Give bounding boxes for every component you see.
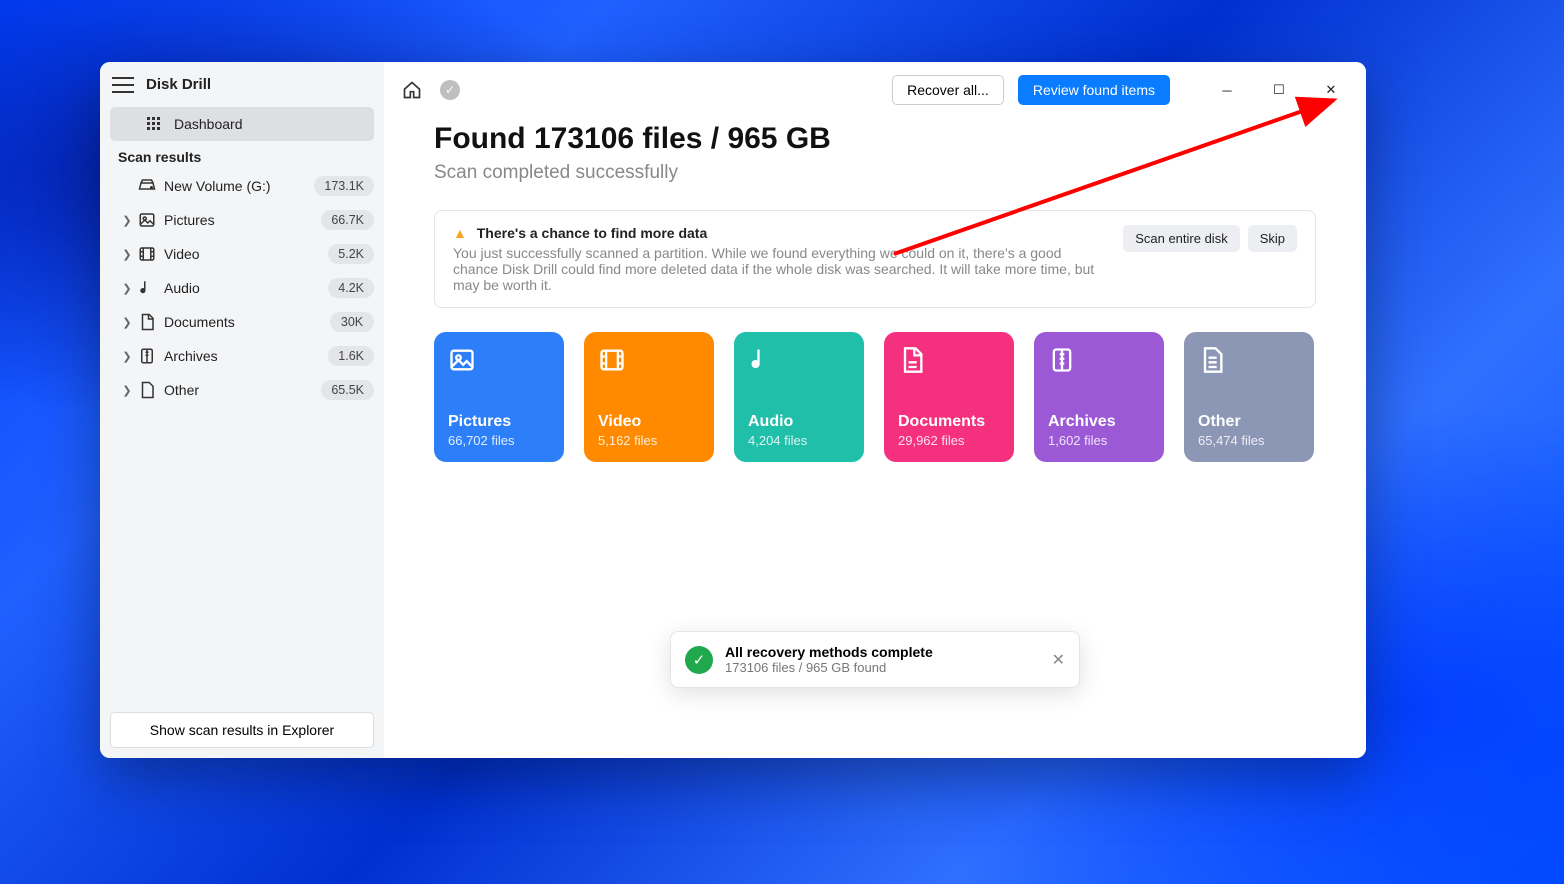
card-title: Archives: [1048, 413, 1150, 431]
window-maximize-button[interactable]: ☐: [1260, 82, 1298, 98]
card-subtitle: 66,702 files: [448, 433, 550, 448]
status-check-icon[interactable]: ✓: [438, 78, 462, 102]
count-pill: 173.1K: [314, 176, 374, 196]
card-title: Pictures: [448, 413, 550, 431]
chevron-right-icon: ❯: [118, 350, 136, 363]
show-in-explorer-button[interactable]: Show scan results in Explorer: [110, 712, 374, 748]
card-icon: [898, 346, 1000, 386]
toast-title: All recovery methods complete: [725, 644, 1040, 660]
card-subtitle: 65,474 files: [1198, 433, 1300, 448]
tree-label: Audio: [158, 280, 328, 296]
notice-text: You just successfully scanned a partitio…: [453, 245, 1109, 293]
sidebar-header: Disk Drill: [100, 62, 384, 107]
doc-icon: [136, 313, 158, 331]
chevron-right-icon: ❯: [118, 214, 136, 227]
tree-row-archives[interactable]: ❯ Archives1.6K: [100, 339, 384, 373]
topbar: ✓ Recover all... Review found items ─ ☐ …: [384, 62, 1366, 118]
grid-icon: [146, 116, 162, 132]
warning-icon: ▲: [453, 225, 467, 241]
count-pill: 30K: [330, 312, 374, 332]
notice-title: ▲ There's a chance to find more data: [453, 225, 1109, 241]
category-card-pictures[interactable]: Pictures 66,702 files: [434, 332, 564, 462]
subheadline: Scan completed successfully: [434, 162, 1316, 184]
sidebar-footer: Show scan results in Explorer: [100, 702, 384, 758]
notice-banner: ▲ There's a chance to find more data You…: [434, 210, 1316, 308]
tree-label: Other: [158, 382, 321, 398]
notice-title-text: There's a chance to find more data: [477, 225, 708, 241]
tree-label: Pictures: [158, 212, 321, 228]
card-title: Documents: [898, 413, 1000, 431]
card-icon: [448, 346, 550, 386]
content-area: Found 173106 files / 965 GB Scan complet…: [384, 118, 1366, 462]
count-pill: 5.2K: [328, 244, 374, 264]
card-icon: [748, 346, 850, 386]
count-pill: 65.5K: [321, 380, 374, 400]
tree-label: New Volume (G:): [158, 178, 314, 194]
card-title: Video: [598, 413, 700, 431]
count-pill: 1.6K: [328, 346, 374, 366]
toast-close-button[interactable]: ✕: [1052, 650, 1065, 670]
card-title: Other: [1198, 413, 1300, 431]
drive-icon: [136, 177, 158, 195]
home-icon[interactable]: [400, 78, 424, 102]
archive-icon: [136, 347, 158, 365]
image-icon: [136, 211, 158, 229]
review-found-items-button[interactable]: Review found items: [1018, 75, 1170, 105]
page-icon: [136, 381, 158, 399]
category-card-audio[interactable]: Audio 4,204 files: [734, 332, 864, 462]
headline: Found 173106 files / 965 GB: [434, 122, 1316, 156]
card-subtitle: 29,962 files: [898, 433, 1000, 448]
completion-toast: ✓ All recovery methods complete 173106 f…: [670, 631, 1080, 688]
card-subtitle: 4,204 files: [748, 433, 850, 448]
sidebar-section-label: Scan results: [100, 141, 384, 169]
chevron-right-icon: ❯: [118, 384, 136, 397]
category-card-archives[interactable]: Archives 1,602 files: [1034, 332, 1164, 462]
main-panel: ✓ Recover all... Review found items ─ ☐ …: [384, 62, 1366, 758]
tree-row-new-volume-g-[interactable]: New Volume (G:)173.1K: [100, 169, 384, 203]
tree-label: Documents: [158, 314, 330, 330]
skip-button[interactable]: Skip: [1248, 225, 1297, 252]
chevron-right-icon: ❯: [118, 316, 136, 329]
scan-entire-disk-button[interactable]: Scan entire disk: [1123, 225, 1240, 252]
app-window: Disk Drill Dashboard Scan results New Vo…: [100, 62, 1366, 758]
tree-row-documents[interactable]: ❯ Documents30K: [100, 305, 384, 339]
card-title: Audio: [748, 413, 850, 431]
count-pill: 66.7K: [321, 210, 374, 230]
success-check-icon: ✓: [685, 646, 713, 674]
tree-label: Video: [158, 246, 328, 262]
card-subtitle: 5,162 files: [598, 433, 700, 448]
window-close-button[interactable]: ✕: [1312, 82, 1350, 98]
menu-icon[interactable]: [112, 77, 134, 93]
card-icon: [598, 346, 700, 386]
chevron-right-icon: ❯: [118, 248, 136, 261]
card-icon: [1048, 346, 1150, 386]
category-card-documents[interactable]: Documents 29,962 files: [884, 332, 1014, 462]
tree-row-audio[interactable]: ❯ Audio4.2K: [100, 271, 384, 305]
tree-label: Archives: [158, 348, 328, 364]
note-icon: [136, 279, 158, 297]
tree-row-video[interactable]: ❯ Video5.2K: [100, 237, 384, 271]
window-minimize-button[interactable]: ─: [1208, 83, 1246, 98]
sidebar: Disk Drill Dashboard Scan results New Vo…: [100, 62, 384, 758]
nav-dashboard[interactable]: Dashboard: [110, 107, 374, 141]
toast-subtitle: 173106 files / 965 GB found: [725, 660, 1040, 675]
category-card-video[interactable]: Video 5,162 files: [584, 332, 714, 462]
category-card-other[interactable]: Other 65,474 files: [1184, 332, 1314, 462]
app-title: Disk Drill: [146, 76, 211, 93]
nav-dashboard-label: Dashboard: [174, 116, 243, 132]
tree-row-pictures[interactable]: ❯ Pictures66.7K: [100, 203, 384, 237]
card-icon: [1198, 346, 1300, 386]
count-pill: 4.2K: [328, 278, 374, 298]
card-subtitle: 1,602 files: [1048, 433, 1150, 448]
film-icon: [136, 245, 158, 263]
chevron-right-icon: ❯: [118, 282, 136, 295]
sidebar-tree: New Volume (G:)173.1K ❯ Pictures66.7K ❯ Vide…: [100, 169, 384, 407]
tree-row-other[interactable]: ❯ Other65.5K: [100, 373, 384, 407]
recover-all-button[interactable]: Recover all...: [892, 75, 1004, 105]
category-cards: Pictures 66,702 files Video 5,162 files Audi…: [434, 332, 1316, 462]
